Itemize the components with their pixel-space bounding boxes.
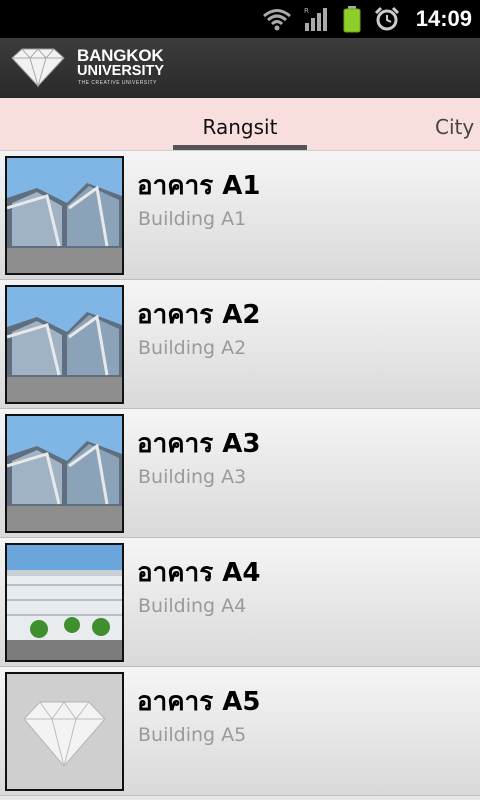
battery-icon (343, 6, 361, 33)
signal-icon: R (304, 7, 327, 31)
building-title: อาคาร A5 (137, 687, 261, 717)
building-title: อาคาร A4 (137, 558, 261, 588)
building-photo-long (7, 545, 122, 660)
logo-text-bangkok: BANGKOK (77, 46, 164, 65)
building-thumbnail (5, 414, 124, 533)
building-photo (7, 158, 122, 273)
tab-selected-indicator (173, 145, 307, 150)
svg-text:R: R (304, 7, 309, 15)
status-bar: R 14:09 (0, 0, 480, 38)
logo-text-university: UNIVERSITY (77, 63, 165, 79)
building-thumbnail (5, 672, 124, 791)
status-icons: R 14:09 (262, 0, 472, 38)
list-item-building-a3[interactable]: อาคาร A3 Building A3 (0, 409, 480, 538)
diamond-logo-icon (11, 48, 65, 88)
alarm-icon (374, 6, 399, 31)
app-header (0, 38, 480, 98)
building-photo (7, 287, 122, 402)
tab-rangsit-label: Rangsit (202, 115, 278, 139)
building-subtitle: Building A1 (138, 208, 247, 230)
list-item-building-a4[interactable]: อาคาร A4 Building A4 (0, 538, 480, 667)
tab-city-label: City (435, 115, 475, 139)
logo-tagline: THE CREATIVE UNIVERSITY (78, 80, 157, 86)
building-subtitle: Building A2 (138, 337, 247, 359)
building-subtitle: Building A3 (138, 466, 247, 488)
list-item-building-a1[interactable]: อาคาร A1 Building A1 (0, 151, 480, 280)
building-thumbnail (5, 156, 124, 275)
building-subtitle: Building A4 (138, 595, 247, 617)
list-item-building-a2[interactable]: อาคาร A2 Building A2 (0, 280, 480, 409)
building-title: อาคาร A2 (137, 300, 261, 330)
building-thumbnail (5, 543, 124, 662)
building-title: อาคาร A1 (137, 171, 261, 201)
list-item-building-a5[interactable]: อาคาร A5 Building A5 (0, 667, 480, 796)
tab-rangsit[interactable]: Rangsit (173, 98, 307, 150)
building-thumbnail (5, 285, 124, 404)
building-list: อาคาร A1 Building A1 อาคาร A2 Building A… (0, 151, 480, 796)
clock: 14:09 (415, 6, 472, 31)
building-photo (7, 416, 122, 531)
diamond-placeholder-icon (23, 701, 106, 767)
building-subtitle: Building A5 (138, 724, 247, 746)
building-title: อาคาร A3 (137, 429, 261, 459)
wifi-icon (262, 9, 291, 31)
